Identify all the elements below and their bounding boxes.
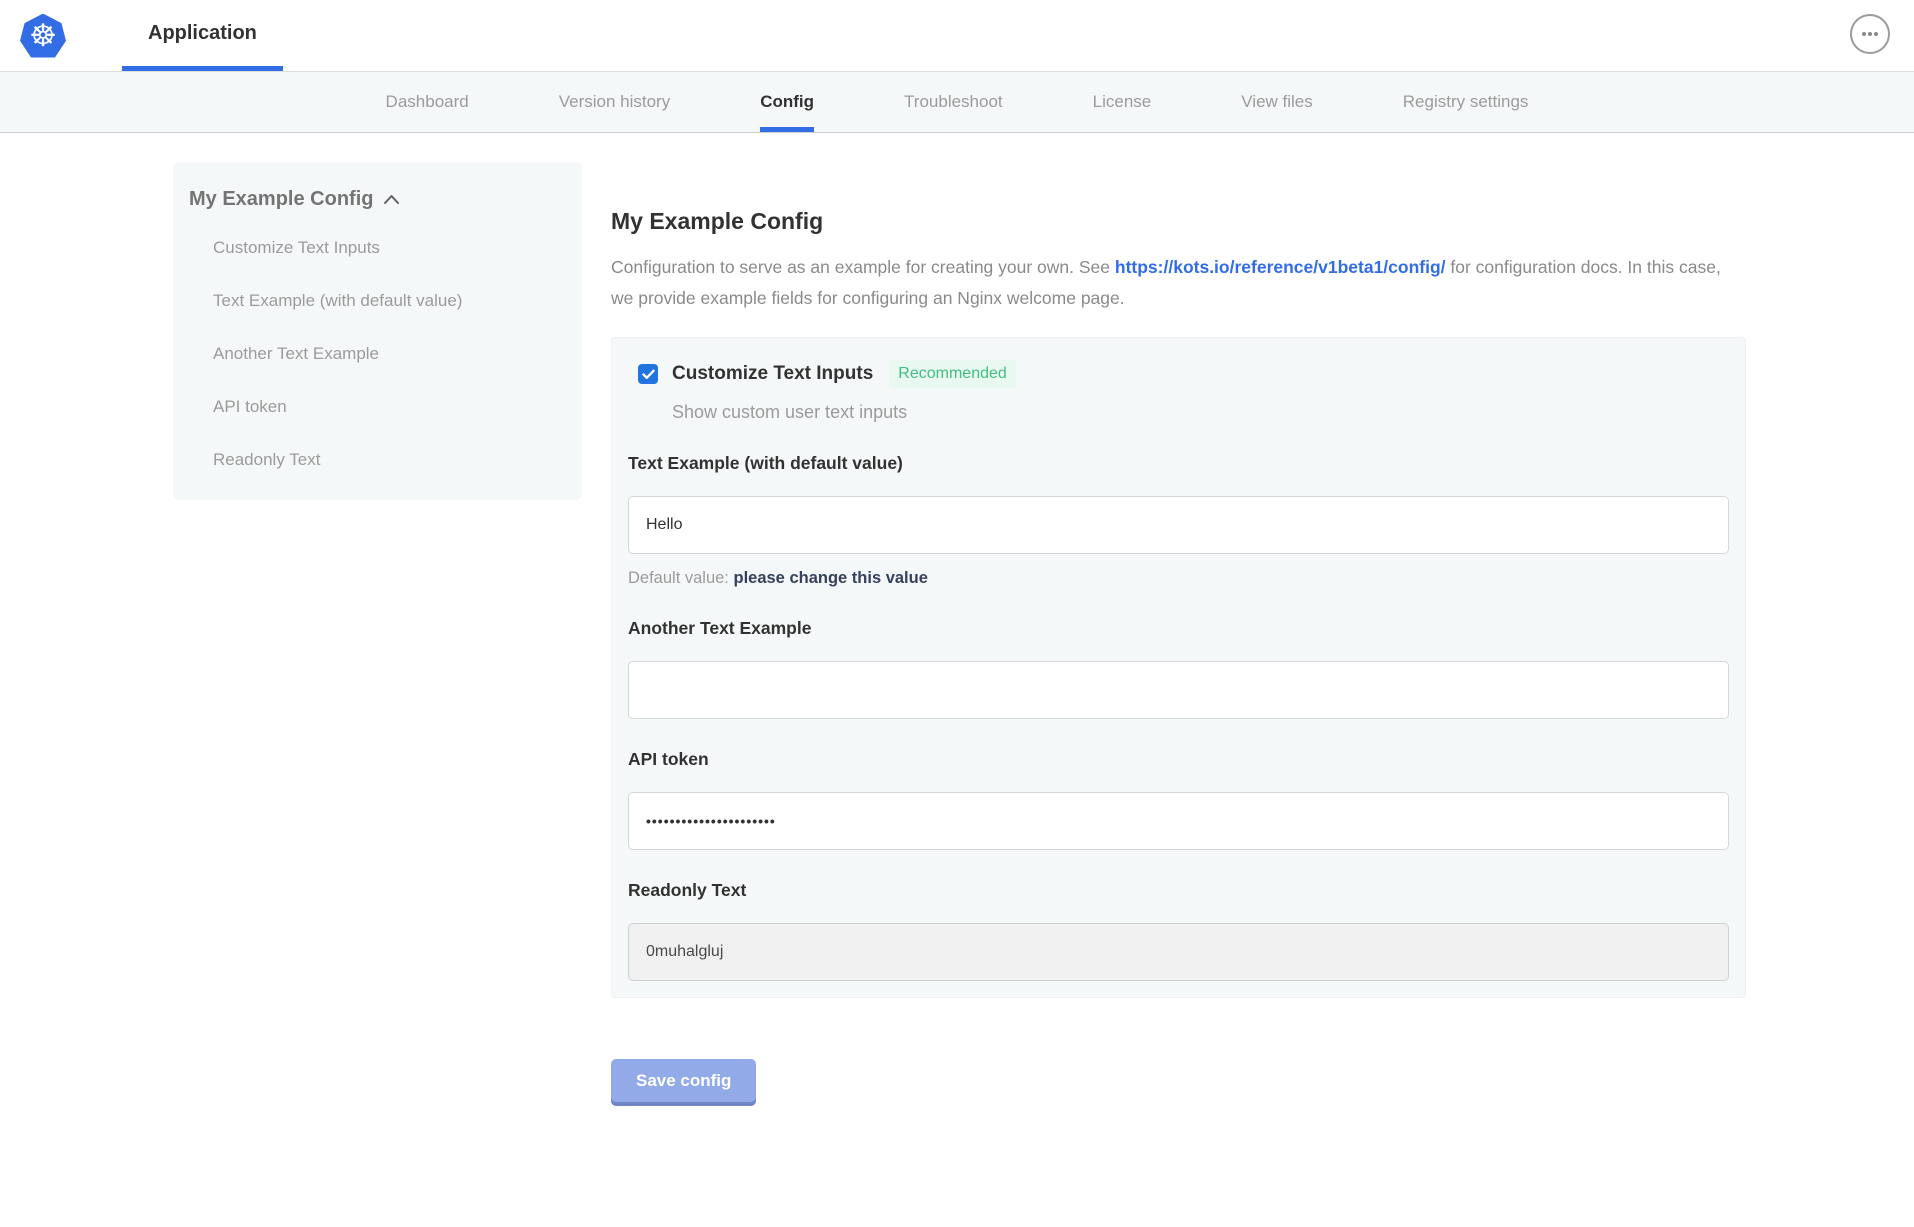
another-text-example-label: Another Text Example [628,618,1729,639]
sidebar-group-header[interactable]: My Example Config [189,188,568,211]
tab-view-files[interactable]: View files [1241,72,1313,132]
api-token-input[interactable] [628,792,1729,850]
logo-wrap: ☸ [20,0,66,71]
page-title: My Example Config [611,208,1746,235]
config-groups-sidebar: My Example Config Customize Text Inputs … [173,162,582,500]
customize-text-inputs-row: Customize Text Inputs Recommended [628,360,1729,388]
app-subnav: Dashboard Version history Config Trouble… [0,71,1914,133]
text-example-label: Text Example (with default value) [628,453,1729,474]
app-tab-label: Application [148,22,257,45]
another-text-example-input[interactable] [628,661,1729,719]
text-example-default-hint: Default value: please change this value [628,569,1729,588]
api-token-label: API token [628,749,1729,770]
text-example-input[interactable] [628,496,1729,554]
tab-config[interactable]: Config [760,72,814,132]
default-hint-prefix: Default value: [628,569,733,587]
sidebar-item-another-text-example[interactable]: Another Text Example [189,344,568,364]
tab-dashboard[interactable]: Dashboard [386,72,469,132]
kots-admin-config-page: ☸ Application Dashboard Version history … [0,0,1914,1222]
sidebar-item-api-token[interactable]: API token [189,397,568,417]
content-area: My Example Config Customize Text Inputs … [173,162,1914,1222]
readonly-text-label: Readonly Text [628,880,1729,901]
ellipsis-menu-button[interactable] [1850,14,1890,54]
sidebar-item-customize-text-inputs[interactable]: Customize Text Inputs [189,238,568,258]
tab-registry-settings[interactable]: Registry settings [1403,72,1529,132]
tab-license[interactable]: License [1093,72,1152,132]
description-text-before: Configuration to serve as an example for… [611,257,1115,277]
tab-version-history[interactable]: Version history [559,72,671,132]
app-header: ☸ Application [0,0,1914,71]
config-main: My Example Config Configuration to serve… [611,162,1746,1102]
chevron-up-icon [383,194,400,205]
save-config-button[interactable]: Save config [611,1059,756,1102]
kubernetes-helm-icon: ☸ [20,14,66,58]
customize-text-inputs-label[interactable]: Customize Text Inputs [672,363,873,385]
sidebar-group-title: My Example Config [189,188,373,211]
config-docs-link[interactable]: https://kots.io/reference/v1beta1/config… [1115,257,1446,277]
tab-troubleshoot[interactable]: Troubleshoot [904,72,1003,132]
customize-text-inputs-checkbox[interactable] [638,364,658,384]
customize-text-inputs-help: Show custom user text inputs [672,402,1729,423]
sidebar-item-text-example[interactable]: Text Example (with default value) [189,291,568,311]
config-form-section: Customize Text Inputs Recommended Show c… [611,337,1746,998]
sidebar-item-list: Customize Text Inputs Text Example (with… [189,238,568,470]
ellipsis-circle-icon [1861,31,1879,37]
sidebar-item-readonly-text[interactable]: Readonly Text [189,450,568,470]
checkmark-icon [642,369,655,380]
readonly-text-input [628,923,1729,981]
config-description: Configuration to serve as an example for… [611,252,1746,314]
tab-application[interactable]: Application [122,0,283,71]
default-hint-value: please change this value [733,569,927,587]
recommended-badge: Recommended [889,360,1016,388]
